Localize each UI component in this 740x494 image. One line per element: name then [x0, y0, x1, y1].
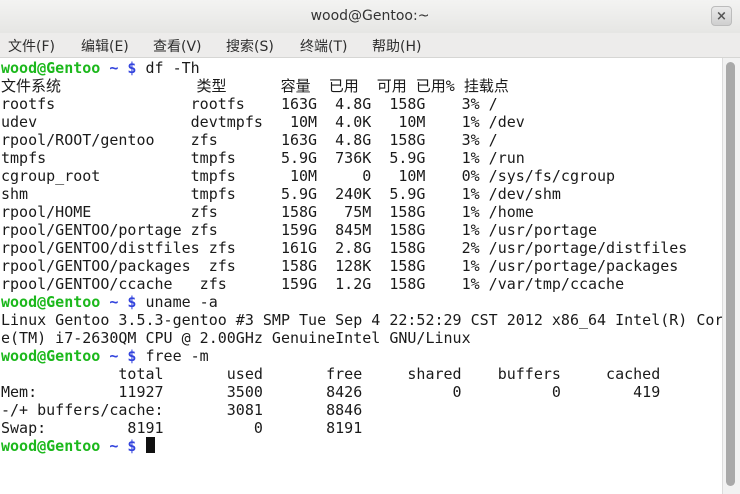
- output-line: e(TM) i7-2630QM CPU @ 2.00GHz GenuineInt…: [1, 329, 471, 347]
- output-line: total used free shared buffers cached: [1, 365, 661, 383]
- prompt-path: ~ $: [100, 347, 146, 365]
- vertical-scrollbar[interactable]: [722, 58, 740, 494]
- title-bar[interactable]: wood@Gentoo:~ ×: [0, 0, 740, 34]
- menu-bar: 文件(F) 编辑(E) 查看(V) 搜索(S) 终端(T) 帮助(H): [0, 33, 740, 58]
- output-line: tmpfs tmpfs 5.9G 736K 5.9G 1% /run: [1, 149, 525, 167]
- menu-edit[interactable]: 编辑(E): [81, 36, 129, 56]
- prompt-path: ~ $: [100, 293, 146, 311]
- prompt-line: wood@Gentoo ~ $: [1, 437, 722, 455]
- menu-help[interactable]: 帮助(H): [372, 36, 421, 56]
- close-button[interactable]: ×: [711, 6, 732, 26]
- menu-view[interactable]: 查看(V): [153, 36, 202, 56]
- output-line: rpool/GENTOO/distfiles zfs 161G 2.8G 158…: [1, 239, 688, 257]
- output-line: -/+ buffers/cache: 3081 8846: [1, 401, 363, 419]
- output-line: cgroup_root tmpfs 10M 0 10M 0% /sys/fs/c…: [1, 167, 616, 185]
- output-line: rpool/ROOT/gentoo zfs 163G 4.8G 158G 3% …: [1, 131, 498, 149]
- output-line: 文件系统 类型 容量 已用 可用 已用% 挂载点: [1, 77, 509, 95]
- scrollbar-thumb[interactable]: [726, 62, 735, 486]
- prompt-user: wood@Gentoo: [1, 293, 101, 311]
- output-line: Linux Gentoo 3.5.3-gentoo #3 SMP Tue Sep…: [1, 311, 722, 329]
- output-line: rpool/GENTOO/ccache zfs 159G 1.2G 158G 1…: [1, 275, 625, 293]
- text-cursor: [145, 437, 155, 453]
- output-line: rpool/GENTOO/packages zfs 158G 128K 158G…: [1, 257, 679, 275]
- prompt-line: wood@Gentoo ~ $ free -m: [1, 347, 722, 365]
- terminal-text: wood@Gentoo ~ $ df -Th 文件系统 类型 容量 已用 可用 已…: [1, 59, 722, 455]
- output-line: rootfs rootfs 163G 4.8G 158G 3% /: [1, 95, 498, 113]
- output-line: Mem: 11927 3500 8426 0 0 419: [1, 383, 661, 401]
- prompt-line: wood@Gentoo ~ $ uname -a: [1, 293, 722, 311]
- command-text: df -Th: [145, 59, 200, 77]
- menu-search[interactable]: 搜索(S): [226, 36, 274, 56]
- prompt-user: wood@Gentoo: [1, 437, 101, 455]
- command-text: uname -a: [145, 293, 218, 311]
- terminal-window: wood@Gentoo:~ × 文件(F) 编辑(E) 查看(V) 搜索(S) …: [0, 0, 740, 494]
- prompt-user: wood@Gentoo: [1, 347, 101, 365]
- prompt-path: ~ $: [100, 437, 146, 455]
- menu-terminal[interactable]: 终端(T): [300, 36, 347, 56]
- window-title: wood@Gentoo:~: [310, 8, 430, 24]
- output-line: Swap: 8191 0 8191: [1, 419, 363, 437]
- output-line: shm tmpfs 5.9G 240K 5.9G 1% /dev/shm: [1, 185, 561, 203]
- output-line: rpool/GENTOO/portage zfs 159G 845M 158G …: [1, 221, 598, 239]
- menu-file[interactable]: 文件(F): [8, 36, 55, 56]
- prompt-line: wood@Gentoo ~ $ df -Th: [1, 59, 722, 77]
- output-line: udev devtmpfs 10M 4.0K 10M 1% /dev: [1, 113, 525, 131]
- prompt-path: ~ $: [100, 59, 146, 77]
- command-text: free -m: [145, 347, 209, 365]
- prompt-user: wood@Gentoo: [1, 59, 101, 77]
- terminal-output[interactable]: wood@Gentoo ~ $ df -Th 文件系统 类型 容量 已用 可用 已…: [0, 58, 722, 494]
- output-line: rpool/HOME zfs 158G 75M 158G 1% /home: [1, 203, 534, 221]
